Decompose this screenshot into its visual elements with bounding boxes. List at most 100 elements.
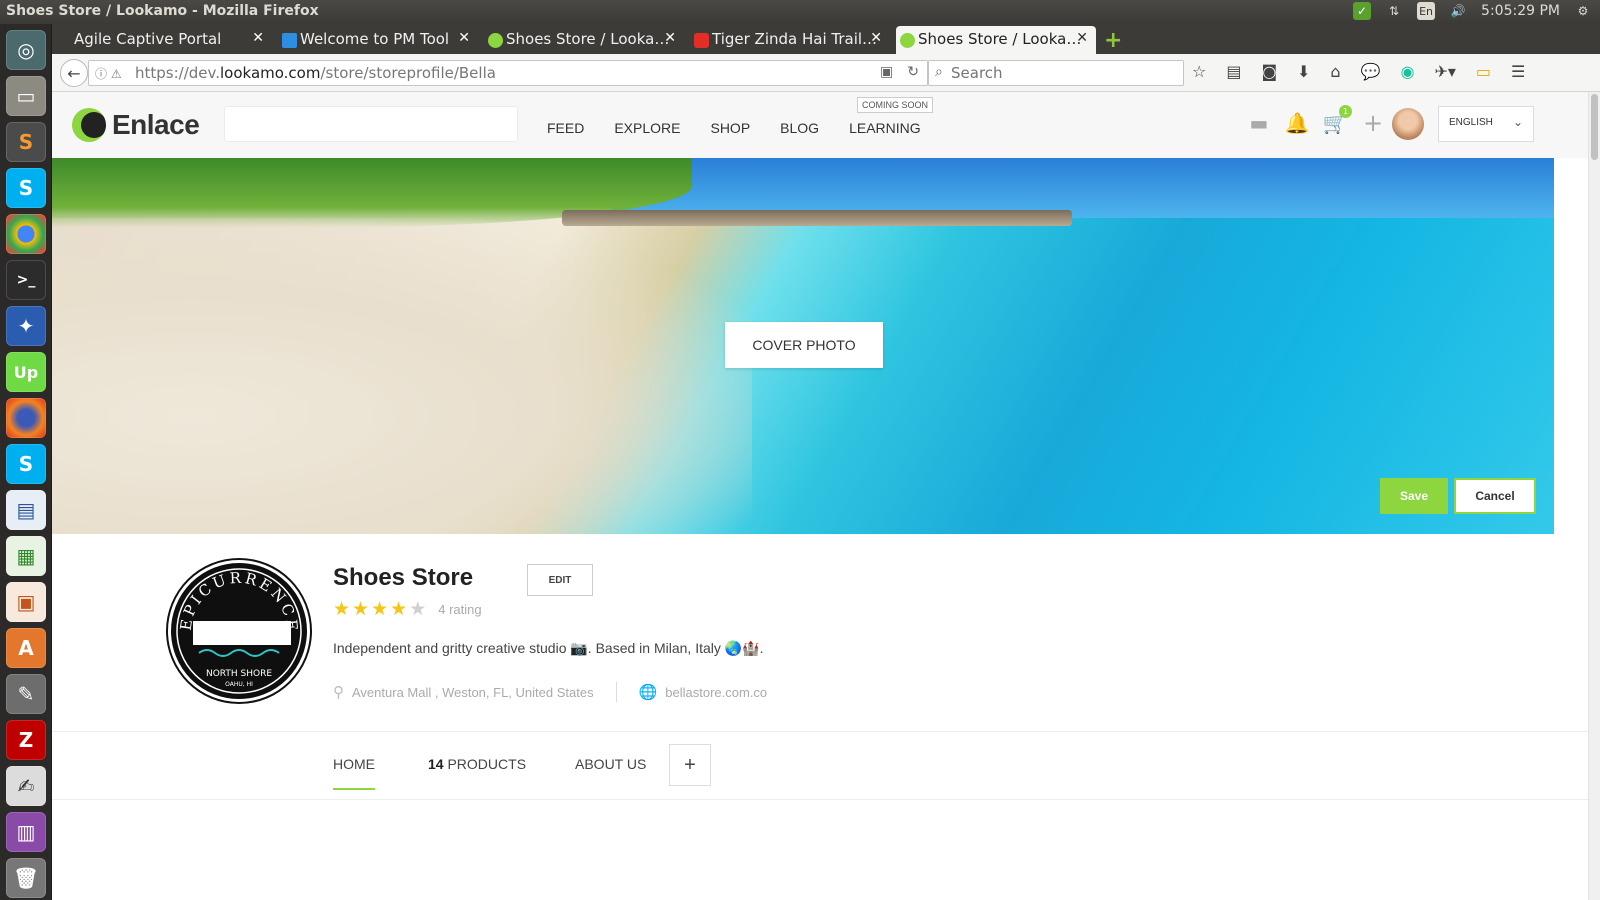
page-scrollbar[interactable] [1588, 92, 1600, 900]
chrome-icon[interactable] [6, 214, 46, 254]
close-tab-icon[interactable]: ✕ [252, 30, 264, 46]
address-bar[interactable]: ⓘ ⚠ https://dev.lookamo.com/store/storep… [88, 60, 928, 86]
firefox-icon[interactable] [6, 398, 46, 438]
browser-tab[interactable]: Welcome to PM Tool ✕ [278, 26, 478, 54]
cancel-button[interactable]: Cancel [1454, 478, 1536, 514]
tab-strip: Agile Captive Portal ✕ Welcome to PM Too… [52, 24, 1600, 54]
star-icon: ★ [371, 598, 389, 620]
reload-icon[interactable]: ↻ [907, 64, 919, 80]
language-select[interactable]: ENGLISH ⌄ [1438, 106, 1534, 142]
new-tab-icon[interactable]: + [1104, 28, 1122, 53]
close-tab-icon[interactable]: ✕ [870, 30, 882, 46]
grammarly-icon[interactable]: ◉ [1400, 62, 1414, 81]
home-icon[interactable]: ⌂ [1330, 62, 1340, 81]
cart-icon[interactable]: 🛒 1 [1323, 105, 1352, 135]
cover-photo: COVER PHOTO Save Cancel [52, 158, 1554, 534]
svg-text:NORTH SHORE: NORTH SHORE [206, 669, 272, 679]
star-icon: ★ [352, 598, 370, 620]
search-bar[interactable]: ⌕ [928, 60, 1184, 86]
browser-tab-active[interactable]: Shoes Store / Looka… ✕ [896, 26, 1096, 54]
toolbar-icons: ☆ ▤ ◙ ⬇ ⌂ 💬 ◉ ✈▾ ▭ ☰ [1192, 62, 1525, 81]
site-header: Enlace FEED EXPLORE SHOP BLOG LEARNING C… [52, 92, 1588, 158]
system-tools-icon[interactable]: ✎ [6, 674, 46, 714]
store-website-link[interactable]: bellastore.com.co [665, 685, 767, 700]
presentation-icon[interactable]: ▣ [6, 582, 46, 622]
site-info-icon[interactable]: ⓘ ⚠ [95, 65, 122, 82]
screenshot-icon[interactable]: ▭ [1476, 62, 1491, 81]
workspace-switcher-icon[interactable]: ▥ [6, 812, 46, 852]
chat-icon[interactable]: 💬 [1361, 62, 1381, 81]
site-search-input[interactable] [224, 106, 518, 142]
volume-icon[interactable]: 🔊 [1449, 2, 1467, 20]
tab-products[interactable]: 14 PRODUCTS [428, 756, 526, 772]
bookmarks-list-icon[interactable]: ▤ [1226, 62, 1241, 81]
tab-home[interactable]: HOME [333, 756, 375, 790]
tab-about-us[interactable]: ABOUT US [575, 756, 646, 772]
nav-explore[interactable]: EXPLORE [614, 120, 680, 136]
star-icon: ★ [390, 598, 408, 620]
app-launcher-icon[interactable]: ✦ [6, 306, 46, 346]
edit-button[interactable]: EDIT [527, 564, 593, 596]
search-icon: ⌕ [935, 64, 943, 80]
files-icon[interactable]: ▭ [6, 76, 46, 116]
browser-tab[interactable]: Agile Captive Portal ✕ [52, 26, 272, 54]
skype-beta-icon[interactable]: S [6, 168, 46, 208]
star-icon: ★ [333, 598, 351, 620]
pocket-icon[interactable]: ◙ [1261, 62, 1277, 81]
nav-shop[interactable]: SHOP [710, 120, 750, 136]
site-logo[interactable]: Enlace [72, 108, 200, 142]
store-logo[interactable]: EPICURRENCE NORTH SHORE OAHU, HI [168, 560, 310, 702]
user-avatar[interactable] [1392, 108, 1424, 140]
store-location: Aventura Mall , Weston, FL, United State… [352, 684, 594, 700]
scrollbar-thumb[interactable] [1591, 94, 1598, 160]
network-icon[interactable]: ⇅ [1385, 2, 1403, 20]
nav-feed[interactable]: FEED [547, 120, 584, 136]
close-tab-icon[interactable]: ✕ [458, 30, 470, 46]
clock[interactable]: 5:05:29 PM [1481, 3, 1560, 19]
window-title: Shoes Store / Lookamo - Mozilla Firefox [6, 3, 319, 19]
nav-learning[interactable]: LEARNING [849, 120, 921, 136]
add-tab-button[interactable]: + [669, 744, 711, 786]
filezilla-icon[interactable]: Z [6, 720, 46, 760]
document-viewer-icon[interactable]: ▤ [6, 490, 46, 530]
svg-text:OAHU, HI: OAHU, HI [225, 681, 253, 688]
close-tab-icon[interactable]: ✕ [1076, 30, 1088, 46]
reader-view-icon[interactable]: ▣ [880, 64, 893, 80]
web-page: Enlace FEED EXPLORE SHOP BLOG LEARNING C… [52, 92, 1600, 900]
cover-photo-button[interactable]: COVER PHOTO [725, 322, 883, 368]
upwork-icon[interactable]: Up [6, 352, 46, 392]
tab-title: Tiger Zinda Hai Trail… [712, 30, 878, 48]
nav-blog[interactable]: BLOG [780, 120, 819, 136]
browser-tab[interactable]: Tiger Zinda Hai Trail… ✕ [690, 26, 890, 54]
terminal-icon[interactable]: >_ [6, 260, 46, 300]
keyboard-lang-indicator[interactable]: En [1417, 2, 1436, 20]
spreadsheet-icon[interactable]: ▦ [6, 536, 46, 576]
text-editor-icon[interactable]: ✍ [6, 766, 46, 806]
update-check-icon[interactable]: ✓ [1353, 2, 1372, 20]
downloads-icon[interactable]: ⬇ [1297, 62, 1310, 81]
add-icon[interactable]: + [1362, 109, 1384, 137]
close-tab-icon[interactable]: ✕ [664, 30, 676, 46]
bookmark-star-icon[interactable]: ☆ [1192, 62, 1206, 81]
sublime-text-icon[interactable]: S [6, 122, 46, 162]
divider [615, 682, 617, 702]
back-arrow-icon[interactable]: ← [60, 59, 88, 87]
brand-name: Enlace [112, 109, 200, 140]
globe-icon: 🌐 [638, 684, 658, 701]
messages-icon[interactable]: ▬ [1248, 111, 1270, 135]
search-input[interactable] [951, 64, 1171, 82]
menu-hamburger-icon[interactable]: ☰ [1511, 62, 1525, 81]
dash-home-icon[interactable]: ◎ [6, 30, 46, 70]
save-button[interactable]: Save [1380, 478, 1448, 514]
skype-icon[interactable]: S [6, 444, 46, 484]
software-center-icon[interactable]: A [6, 628, 46, 668]
location-pin-icon: ⚲ [333, 684, 344, 701]
store-profile: EPICURRENCE NORTH SHORE OAHU, HI Shoes S… [52, 534, 1588, 732]
system-settings-icon[interactable]: ⚙ [1574, 2, 1592, 20]
notifications-bell-icon[interactable]: 🔔 [1285, 111, 1310, 135]
extension-icon[interactable]: ✈▾ [1434, 62, 1455, 81]
trash-icon[interactable]: 🗑 [6, 858, 46, 898]
logo-redaction [193, 621, 291, 645]
browser-tab[interactable]: Shoes Store / Looka… ✕ [484, 26, 684, 54]
system-top-panel: Shoes Store / Lookamo - Mozilla Firefox … [0, 0, 1600, 24]
